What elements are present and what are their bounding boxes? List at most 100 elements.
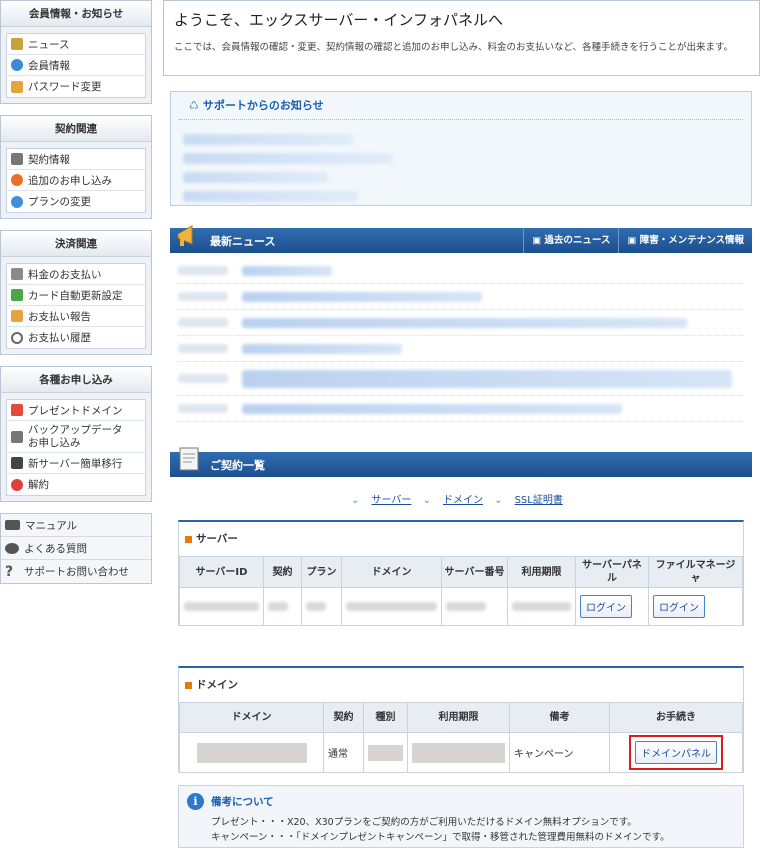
- table-header: ドメイン: [179, 702, 324, 733]
- redacted-expiry: [412, 742, 505, 763]
- news-item[interactable]: [178, 310, 744, 336]
- sidebar-item-pay-history[interactable]: お支払い履歴: [7, 327, 145, 348]
- sidebar-item-plan-change[interactable]: プランの変更: [7, 191, 145, 212]
- sidebar-item-migration[interactable]: 新サーバー簡単移行: [7, 453, 145, 474]
- sidebar-item-label: 追加のお申し込み: [28, 174, 112, 187]
- sidebar-item-backup[interactable]: バックアップデータお申し込み: [7, 421, 145, 453]
- sidebar-item-card-auto[interactable]: カード自動更新設定: [7, 285, 145, 306]
- table-cell: [441, 587, 508, 626]
- sidebar-link-support[interactable]: ? サポートお問い合わせ: [1, 560, 151, 583]
- report-icon: [11, 310, 23, 322]
- clock-icon: [11, 331, 23, 344]
- news-date: [178, 266, 228, 275]
- sidebar-item-member-info[interactable]: 会員情報: [7, 55, 145, 76]
- sidebar-section-title: 各種お申し込み: [1, 367, 151, 393]
- contracts-bar: ご契約一覧: [170, 447, 752, 477]
- news-item[interactable]: [178, 362, 744, 396]
- news-link[interactable]: [242, 343, 402, 354]
- domain-panel-button[interactable]: ドメインパネル: [635, 741, 717, 764]
- sidebar-item-label: 契約情報: [28, 153, 70, 166]
- support-notice-link[interactable]: [183, 172, 328, 183]
- chevron-down-icon: ⌄: [422, 495, 431, 506]
- sidebar-item-news[interactable]: ニュース: [7, 34, 145, 55]
- sidebar-section-title: 決済関連: [1, 231, 151, 257]
- sidebar-item-label: ニュース: [28, 38, 70, 51]
- news-date: [178, 404, 228, 413]
- sidebar-item-cancel[interactable]: 解約: [7, 474, 145, 495]
- table-cell: [407, 732, 510, 773]
- chevron-down-icon: ⌄: [494, 495, 503, 506]
- table-header-row: サーバーID 契約 プラン ドメイン サーバー番号 利用期限 サーバーパネル フ…: [179, 556, 743, 588]
- table-cell: ログイン: [575, 587, 649, 626]
- table-cell: [301, 587, 342, 626]
- sidebar-item-contract-info[interactable]: 契約情報: [7, 149, 145, 170]
- news-title: 最新ニュース: [210, 234, 276, 248]
- file-manager-login-button[interactable]: ログイン: [653, 595, 705, 618]
- news-link[interactable]: [242, 265, 332, 276]
- document-icon: [179, 447, 199, 471]
- maintenance-button[interactable]: ▣ 障害・メンテナンス情報: [618, 228, 752, 253]
- chevron-down-icon: ⌄: [351, 495, 360, 506]
- server-panel-login-button[interactable]: ログイン: [580, 595, 632, 618]
- table-cell: [179, 732, 324, 773]
- sidebar-item-label: 料金のお支払い: [28, 268, 102, 281]
- book-icon: [5, 520, 20, 530]
- support-notice-link[interactable]: [183, 134, 353, 145]
- sidebar-item-present-domain[interactable]: プレゼントドメイン: [7, 400, 145, 421]
- table-cell: ログイン: [648, 587, 743, 626]
- past-news-button[interactable]: ▣ 過去のニュース: [523, 228, 618, 253]
- contract-icon: [11, 153, 23, 165]
- support-list: [171, 120, 751, 216]
- domain-table: ドメイン 契約 種別 利用期限 備考 お手続き 通常 キャンペーン ドメインパネ…: [179, 702, 743, 773]
- news-item[interactable]: [178, 336, 744, 362]
- anchor-ssl[interactable]: SSL証明書: [515, 495, 563, 506]
- table-cell: 通常: [323, 732, 364, 773]
- server-panel-title: サーバー: [179, 522, 743, 556]
- table-header: 契約: [263, 556, 302, 588]
- server-title-text: サーバー: [196, 533, 238, 545]
- server-table: サーバーID 契約 プラン ドメイン サーバー番号 利用期限 サーバーパネル フ…: [179, 556, 743, 626]
- sidebar-apply-section: 各種お申し込み プレゼントドメイン バックアップデータお申し込み 新サーバー簡単…: [0, 366, 152, 502]
- sidebar-link-label: サポートお問い合わせ: [24, 566, 129, 578]
- megaphone-icon: [177, 225, 193, 246]
- sidebar-item-label: カード自動更新設定: [28, 289, 123, 302]
- table-cell: [263, 587, 302, 626]
- sidebar-item-pay-fee[interactable]: 料金のお支払い: [7, 264, 145, 285]
- welcome-panel: ようこそ、エックスサーバー・インフォパネルへ ここでは、会員情報の確認・変更、契…: [163, 0, 760, 76]
- sidebar-item-pay-report[interactable]: お支払い報告: [7, 306, 145, 327]
- sidebar-item-additional[interactable]: 追加のお申し込み: [7, 170, 145, 191]
- highlight-box: ドメインパネル: [629, 735, 723, 770]
- sidebar-item-password[interactable]: パスワード変更: [7, 76, 145, 97]
- support-notices: ♺ サポートからのお知らせ: [170, 91, 752, 206]
- note-line: プレゼント・・・X20、X30プランをご契約の方がご利用いただけるドメイン無料オ…: [211, 817, 637, 828]
- table-cell: キャンペーン: [509, 732, 610, 773]
- news-link[interactable]: [242, 317, 687, 328]
- news-item[interactable]: [178, 284, 744, 310]
- table-header: 契約: [323, 702, 364, 733]
- sidebar-item-label: 解約: [28, 479, 49, 491]
- square-bullet-icon: [185, 535, 192, 543]
- news-item[interactable]: [178, 396, 744, 422]
- support-notice-link[interactable]: [183, 191, 358, 202]
- sidebar-link-manual[interactable]: マニュアル: [1, 514, 151, 537]
- news-link[interactable]: [242, 403, 622, 414]
- backup-icon: [11, 430, 23, 443]
- sidebar-link-faq[interactable]: よくある質問: [1, 537, 151, 560]
- lock-icon: [11, 80, 23, 93]
- news-link[interactable]: [242, 291, 482, 302]
- table-header: 利用期限: [407, 702, 510, 733]
- table-header: 備考: [509, 702, 610, 733]
- anchor-domain[interactable]: ドメイン: [443, 495, 483, 506]
- info-icon: i: [187, 793, 204, 810]
- add-icon: [11, 174, 23, 186]
- sidebar-contract-list: 契約情報 追加のお申し込み プランの変更: [6, 148, 146, 213]
- welcome-description: ここでは、会員情報の確認・変更、契約情報の確認と追加のお申し込み、料金のお支払い…: [174, 42, 734, 53]
- news-date: [178, 344, 228, 353]
- news-item[interactable]: [178, 258, 744, 284]
- support-notice-link[interactable]: [183, 153, 393, 164]
- sidebar-payment-section: 決済関連 料金のお支払い カード自動更新設定 お支払い報告 お支払い履歴: [0, 230, 152, 355]
- news-link[interactable]: [242, 369, 732, 388]
- table-header-row: ドメイン 契約 種別 利用期限 備考 お手続き: [179, 702, 743, 733]
- table-cell: [179, 587, 264, 626]
- anchor-server[interactable]: サーバー: [372, 495, 412, 506]
